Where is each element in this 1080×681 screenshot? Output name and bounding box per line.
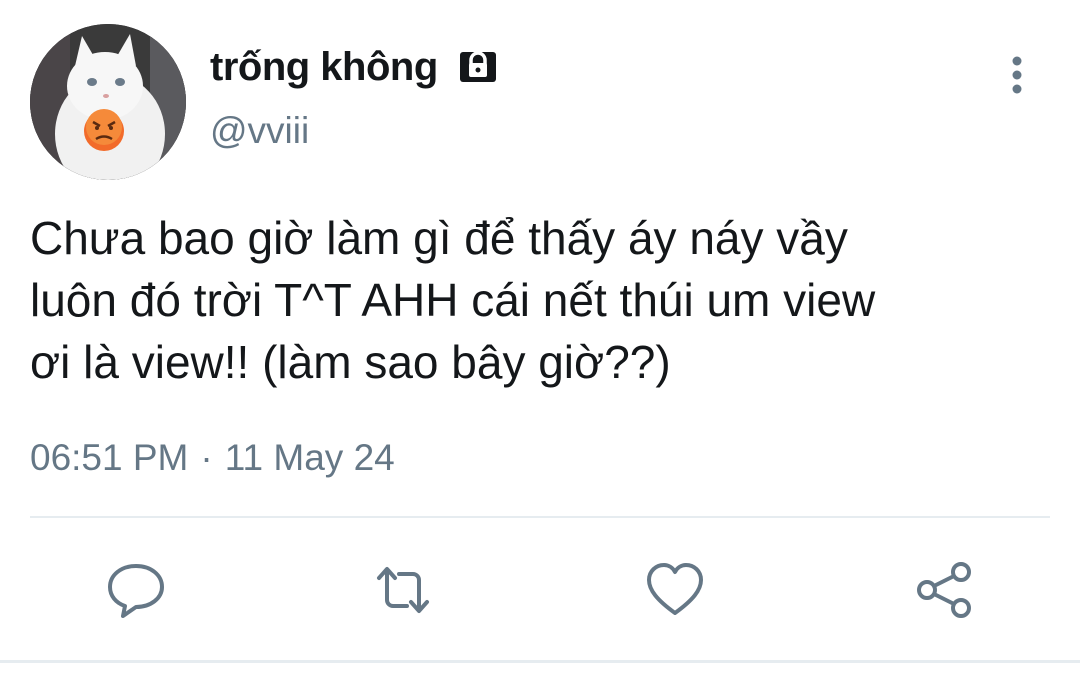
retweet-icon xyxy=(377,567,429,613)
like-button[interactable] xyxy=(645,560,705,620)
reply-icon xyxy=(108,564,164,618)
tweet-timestamp: 06:51 PM · 11 May 24 xyxy=(30,437,395,479)
divider xyxy=(30,516,1050,518)
user-info: trống không xyxy=(210,42,498,92)
lock-icon xyxy=(458,47,498,87)
retweet-button[interactable] xyxy=(373,560,433,620)
avatar-cat-angry xyxy=(30,24,186,180)
tweet-text: Chưa bao giờ làm gì để thấy áy náy vầy l… xyxy=(30,212,876,388)
user-handle[interactable]: @vviii xyxy=(210,110,309,152)
reply-button[interactable] xyxy=(106,560,166,620)
timestamp-separator: · xyxy=(200,437,213,478)
share-button[interactable] xyxy=(915,560,975,620)
display-name[interactable]: trống không xyxy=(210,45,438,90)
like-icon xyxy=(647,563,703,615)
share-icon xyxy=(917,562,971,618)
tweet-date: 11 May 24 xyxy=(224,437,395,478)
avatar[interactable] xyxy=(30,24,186,180)
tweet-time: 06:51 PM xyxy=(30,437,189,478)
more-options-icon[interactable] xyxy=(1002,56,1032,96)
bottom-divider xyxy=(0,660,1080,663)
